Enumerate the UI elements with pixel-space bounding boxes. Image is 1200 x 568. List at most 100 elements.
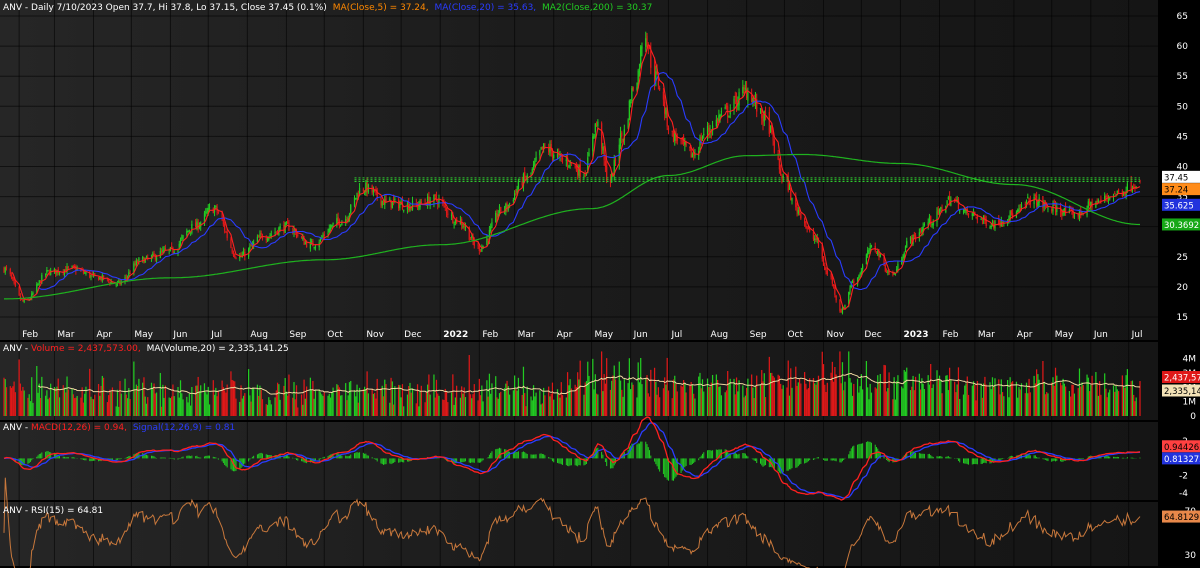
candle-body (394, 198, 396, 201)
candle-body (1020, 204, 1023, 208)
candle-body (701, 137, 704, 140)
candle-body (490, 226, 492, 232)
price-tick-label: 15 (1177, 313, 1188, 323)
candle-body (822, 258, 825, 266)
candle-body (1018, 208, 1020, 212)
candle-body (12, 276, 14, 280)
candle-body (565, 159, 567, 161)
candle-body (322, 235, 324, 237)
candle-body (781, 176, 783, 179)
candle-body (646, 35, 648, 46)
candle-body (782, 175, 784, 178)
candle-body (865, 254, 868, 265)
x-tick-label: Aug (711, 330, 729, 340)
candle-body (1114, 193, 1116, 195)
candle-body (602, 146, 604, 151)
candle-body (477, 244, 479, 246)
candle-body (768, 112, 770, 134)
candle-body (314, 246, 317, 248)
candle-body (188, 230, 190, 232)
candle-body (830, 274, 832, 278)
candle-body (256, 236, 259, 242)
candle-body (235, 258, 237, 260)
candle-body (867, 250, 869, 256)
candle-body (392, 199, 395, 202)
candle-body (621, 132, 623, 137)
panel-divider (0, 340, 1200, 342)
candle-body (604, 161, 607, 167)
x-tick-label: Feb (943, 330, 959, 340)
candle-body (265, 238, 267, 240)
candle-body (868, 251, 870, 253)
candle-body (1126, 183, 1129, 191)
candle-body (824, 265, 826, 270)
candle-body (796, 206, 798, 212)
candle-body (427, 196, 429, 205)
candle-body (627, 119, 629, 128)
candle-body (46, 269, 48, 273)
candle-body (664, 101, 666, 114)
signal-badge-text: 0.813273 (1164, 455, 1200, 465)
candle-body (250, 244, 252, 247)
x-tick-label: Jun (172, 330, 187, 340)
x-tick-label: Oct (327, 330, 343, 340)
candle-body (804, 218, 806, 224)
candle-body (597, 121, 599, 127)
candle-body (128, 272, 130, 276)
candle-body (1097, 200, 1100, 203)
candle-body (1047, 208, 1049, 210)
candle-body (1019, 207, 1021, 209)
candle-body (403, 209, 405, 211)
candle-body (327, 232, 329, 235)
candle-body (875, 251, 878, 254)
candle-body (328, 228, 330, 233)
x-tick-label: Jul (670, 330, 682, 340)
candle-body (703, 133, 705, 136)
candle-body (879, 253, 881, 258)
candle-body (619, 133, 622, 147)
candle-body (323, 234, 325, 237)
candle-body (302, 237, 304, 239)
candle-body (957, 198, 960, 210)
candle-body (399, 203, 401, 208)
candle-body (5, 267, 8, 269)
candle-body (1117, 189, 1120, 193)
candle-body (835, 295, 837, 301)
ma5-badge: 37.24 (1162, 183, 1200, 196)
candle-body (179, 240, 182, 245)
candle-body (1028, 198, 1030, 201)
candle-body (1105, 196, 1107, 198)
candle-body (44, 273, 47, 275)
candle-body (976, 216, 978, 220)
signal-legend: Signal(12,26,9) = 0.81 (133, 423, 235, 433)
candle-body (902, 256, 904, 262)
candle-body (434, 194, 436, 197)
candle-body (500, 207, 502, 212)
candle-body (311, 241, 313, 243)
candle-body (206, 211, 208, 213)
candle-body (849, 288, 851, 292)
ma20-badge: 35.625 (1162, 198, 1200, 211)
candle-body (967, 213, 970, 216)
candle-body (975, 216, 977, 218)
candle-body (964, 209, 966, 212)
stock-chart: Feb Mar Apr May Jun Jul Aug Sep Oct Nov Dec 2022 Feb… (0, 0, 1200, 568)
candle-body (269, 235, 271, 237)
candle-body (154, 254, 156, 260)
x-tick-label: Jun (633, 330, 648, 340)
x-tick-label: Oct (787, 330, 803, 340)
candle-body (990, 226, 992, 228)
volume-badge-text: 2,437,573 (1164, 374, 1200, 384)
candle-body (841, 308, 844, 314)
candle-body (628, 100, 630, 121)
candle-body (594, 123, 596, 133)
candle-body (453, 223, 455, 225)
x-tick-label: Mar (518, 330, 535, 340)
candle-body (858, 276, 860, 279)
candle-body (531, 169, 533, 173)
candle-body (1024, 203, 1026, 205)
x-tick-label: Nov (827, 330, 845, 340)
candle-body (913, 234, 915, 237)
volume-tick-label: 4M (1183, 355, 1197, 365)
candle-body (859, 273, 861, 277)
